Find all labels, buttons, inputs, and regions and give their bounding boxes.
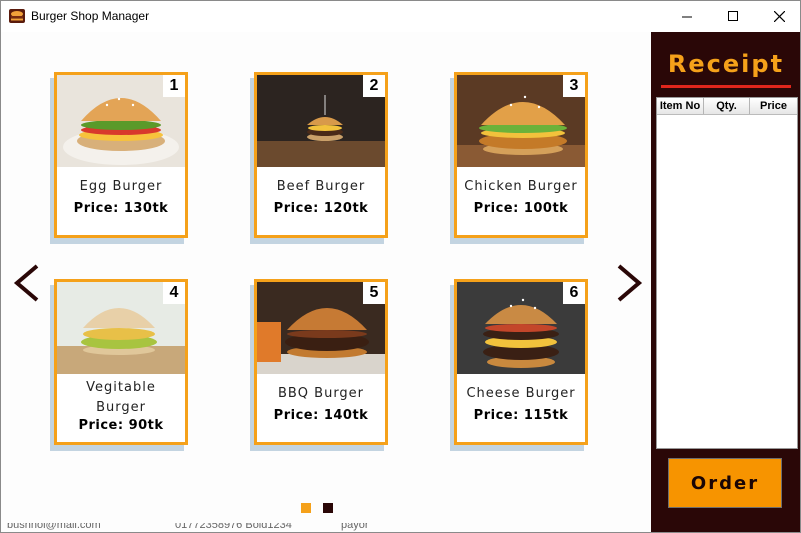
clipped-text: 01772358976 Bold1234 — [175, 523, 292, 531]
menu-panel: 1 Egg Burger Price: 130tk 2 Beef Burger … — [1, 32, 651, 532]
receipt-title: Receipt — [667, 50, 785, 78]
maximize-icon — [727, 11, 738, 21]
item-name: Cheese Burger — [466, 386, 576, 401]
chevron-right-icon[interactable] — [611, 263, 645, 303]
clipped-footer-text: bushnoi@mail.com 01772358976 Bold1234 pa… — [1, 523, 651, 532]
menu-card-beef-burger[interactable]: 2 Beef Burger Price: 120tk — [254, 72, 388, 238]
item-name: Egg Burger — [79, 179, 163, 194]
item-price: Price: 90tk — [78, 418, 164, 433]
item-number-badge: 4 — [163, 282, 185, 304]
item-name: Chicken Burger — [464, 179, 578, 194]
minimize-button[interactable] — [664, 1, 710, 32]
title-bar[interactable]: Burger Shop Manager — [1, 1, 800, 32]
item-name: Vegitable Burger — [86, 380, 156, 415]
clipped-text: payor — [341, 523, 369, 531]
item-price: Price: 100tk — [473, 201, 569, 216]
receipt-table-header: Item No Qty. Price — [657, 98, 797, 115]
item-number-badge: 6 — [563, 282, 585, 304]
close-icon — [773, 11, 785, 22]
window-title: Burger Shop Manager — [31, 9, 150, 23]
close-button[interactable] — [756, 1, 800, 32]
page-indicator-active[interactable] — [301, 503, 311, 513]
maximize-button[interactable] — [710, 1, 756, 32]
item-number-badge: 2 — [363, 75, 385, 97]
receipt-table[interactable]: Item No Qty. Price — [656, 97, 798, 449]
item-price: Price: 140tk — [273, 408, 369, 423]
burger-app-icon — [9, 9, 25, 23]
item-number-badge: 5 — [363, 282, 385, 304]
item-name: BBQ Burger — [277, 386, 365, 401]
column-header-item-no[interactable]: Item No — [657, 98, 704, 114]
menu-card-egg-burger[interactable]: 1 Egg Burger Price: 130tk — [54, 72, 188, 238]
item-name: Beef Burger — [276, 179, 366, 194]
menu-card-cheese-burger[interactable]: 6 Cheese Burger Price: 115tk — [454, 279, 588, 445]
receipt-panel: Receipt Item No Qty. Price Order — [651, 32, 800, 532]
clipped-text: bushnoi@mail.com — [7, 523, 101, 531]
app-window: Burger Shop Manager 1 Egg Burger Price: … — [0, 0, 801, 533]
item-price: Price: 120tk — [273, 201, 369, 216]
item-price: Price: 130tk — [73, 201, 169, 216]
order-button[interactable]: Order — [668, 458, 782, 508]
chevron-left-icon[interactable] — [11, 263, 45, 303]
menu-card-chicken-burger[interactable]: 3 Chicken Burger Price: 100tk — [454, 72, 588, 238]
item-number-badge: 3 — [563, 75, 585, 97]
minimize-icon — [681, 16, 692, 18]
menu-card-bbq-burger[interactable]: 5 BBQ Burger Price: 140tk — [254, 279, 388, 445]
column-header-price[interactable]: Price — [750, 98, 797, 114]
receipt-divider — [661, 85, 791, 88]
page-indicator[interactable] — [323, 503, 333, 513]
column-header-qty[interactable]: Qty. — [704, 98, 750, 114]
menu-card-vegitable-burger[interactable]: 4 Vegitable Burger Price: 90tk — [54, 279, 188, 445]
item-price: Price: 115tk — [473, 408, 569, 423]
item-number-badge: 1 — [163, 75, 185, 97]
